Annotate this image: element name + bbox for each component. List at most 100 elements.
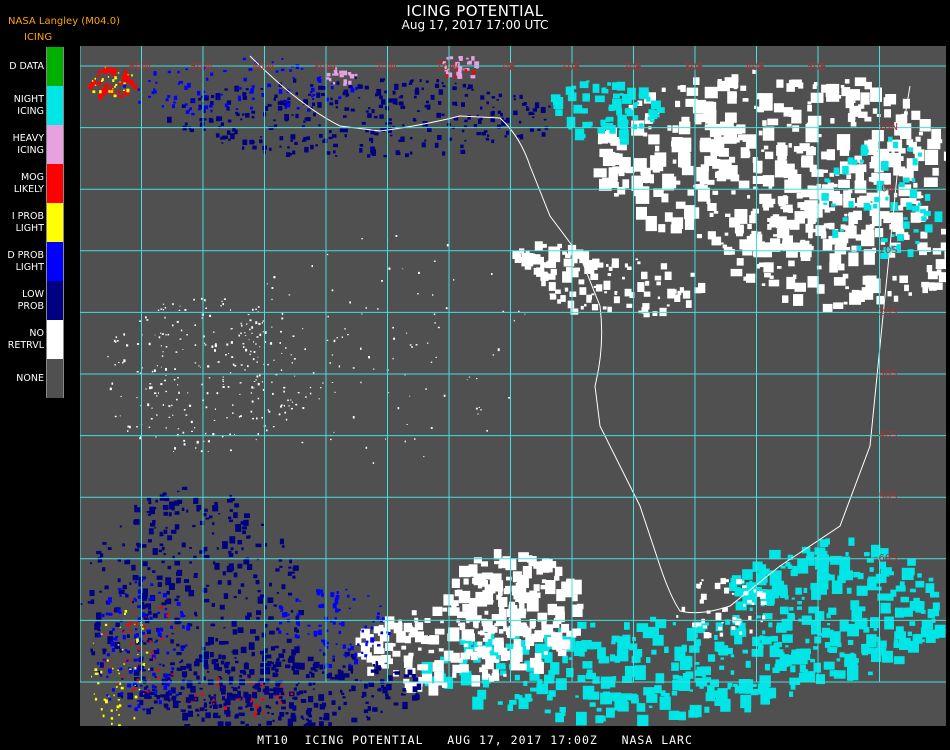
cloud-pixel (359, 148, 363, 153)
cloud-pixel (101, 93, 105, 97)
cloud-pixel (842, 273, 849, 279)
cloud-pixel (442, 607, 448, 612)
cloud-pixel (709, 212, 714, 217)
cloud-pixel (132, 575, 139, 581)
cloud-pixel (604, 291, 607, 294)
cloud-pixel (459, 664, 469, 673)
cloud-pixel (617, 114, 627, 128)
cloud-pixel (390, 134, 393, 137)
cloud-pixel (264, 688, 270, 695)
cloud-pixel (481, 664, 487, 672)
cloud-pixel (120, 396, 122, 397)
cloud-pixel (415, 344, 418, 346)
cloud-pixel (185, 585, 191, 592)
cloud-pixel (104, 666, 107, 668)
cloud-pixel (142, 669, 146, 672)
cloud-pixel (464, 119, 468, 123)
cloud-pixel (117, 578, 121, 583)
cloud-pixel (562, 655, 568, 664)
cloud-pixel (173, 500, 178, 504)
cloud-pixel (535, 106, 538, 109)
cloud-pixel (687, 189, 694, 196)
cloud-pixel (268, 616, 274, 621)
cloud-pixel (150, 596, 155, 601)
cloud-pixel (271, 661, 274, 665)
cloud-pixel (790, 569, 798, 577)
cloud-pixel (285, 418, 288, 421)
cloud-pixel (491, 672, 500, 681)
cloud-pixel (250, 700, 252, 703)
cloud-pixel (714, 634, 718, 640)
cloud-pixel (153, 657, 155, 660)
cloud-pixel (199, 659, 205, 663)
cloud-pixel (253, 703, 256, 706)
cloud-pixel (328, 691, 332, 696)
cloud-pixel (282, 659, 286, 662)
cloud-pixel (201, 693, 204, 696)
cloud-pixel (418, 271, 420, 274)
cloud-pixel (126, 559, 131, 564)
cloud-pixel (847, 639, 854, 645)
cloud-pixel (279, 538, 284, 545)
cloud-pixel (137, 589, 142, 594)
cloud-pixel (548, 282, 556, 291)
cloud-pixel (186, 334, 188, 336)
cloud-pixel (636, 206, 647, 220)
cloud-pixel (275, 668, 279, 673)
cloud-pixel (134, 628, 138, 631)
cloud-pixel (209, 515, 213, 519)
cloud-pixel (193, 573, 198, 578)
cloud-pixel (913, 182, 918, 188)
cloud-pixel (371, 152, 376, 156)
cloud-pixel (548, 105, 551, 108)
cloud-pixel (211, 603, 215, 607)
cloud-pixel (173, 101, 176, 104)
cloud-pixel (287, 146, 290, 149)
cloud-pixel (222, 384, 224, 385)
cloud-pixel (646, 96, 651, 102)
cloud-pixel (519, 609, 526, 619)
cloud-pixel (529, 128, 534, 132)
cloud-pixel (769, 549, 781, 560)
cloud-pixel (117, 608, 121, 613)
cloud-pixel (361, 313, 363, 315)
cloud-pixel (552, 99, 560, 106)
cloud-pixel (547, 260, 552, 266)
cloud-pixel (436, 79, 440, 83)
cloud-pixel (313, 112, 316, 117)
cloud-pixel (286, 638, 292, 643)
cloud-pixel (774, 663, 784, 671)
cloud-pixel (398, 96, 401, 99)
cloud-pixel (365, 110, 369, 113)
cloud-pixel (128, 629, 132, 632)
cloud-pixel (173, 95, 178, 101)
cloud-pixel (859, 195, 868, 204)
cloud-pixel (108, 90, 111, 93)
cloud-pixel (319, 664, 324, 670)
cloud-pixel (166, 651, 170, 655)
cloud-pixel (410, 136, 413, 140)
cloud-pixel (285, 100, 288, 103)
cloud-pixel (893, 642, 902, 649)
cloud-pixel (348, 689, 351, 692)
cloud-pixel (749, 607, 753, 611)
cloud-pixel (119, 626, 121, 628)
cloud-pixel (158, 663, 162, 666)
legend: D DATA NIGHT ICING HEAVY ICING MOG LIKELY I … (0, 47, 66, 398)
cloud-pixel (826, 149, 835, 161)
cloud-pixel (217, 683, 220, 687)
cloud-pixel (271, 298, 273, 301)
cloud-pixel (858, 111, 868, 118)
cloud-pixel (426, 104, 431, 110)
cloud-pixel (285, 664, 291, 669)
cloud-pixel (215, 715, 219, 718)
cloud-pixel (110, 709, 113, 712)
cloud-pixel (600, 692, 612, 705)
cloud-pixel (129, 658, 132, 661)
cloud-pixel (892, 275, 897, 281)
cloud-pixel (183, 409, 186, 411)
cloud-pixel (839, 229, 844, 232)
cloud-pixel (168, 416, 171, 418)
cloud-pixel (262, 712, 265, 715)
cloud-pixel (148, 668, 150, 671)
